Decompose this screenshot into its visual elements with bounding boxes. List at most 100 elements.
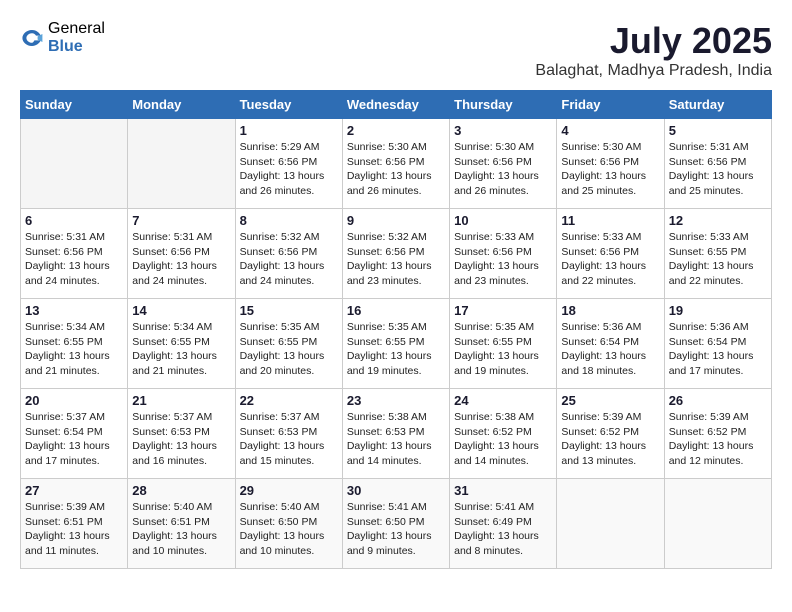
calendar-day-cell: 15 Sunrise: 5:35 AM Sunset: 6:55 PM Dayli…: [235, 299, 342, 389]
title-block: July 2025 Balaghat, Madhya Pradesh, Indi…: [535, 20, 772, 80]
day-info: Sunrise: 5:31 AM Sunset: 6:56 PM Dayligh…: [132, 230, 230, 289]
calendar-day-cell: 2 Sunrise: 5:30 AM Sunset: 6:56 PM Daylig…: [342, 119, 449, 209]
weekday-header: Thursday: [450, 91, 557, 119]
calendar-day-cell: 29Sunrise: 5:40 AM Sunset: 6:50 PM Dayli…: [235, 479, 342, 569]
calendar-day-cell: 12 Sunrise: 5:33 AM Sunset: 6:55 PM Dayli…: [664, 209, 771, 299]
day-number: 16: [347, 303, 445, 318]
day-number: 26: [669, 393, 767, 408]
day-info: Sunrise: 5:40 AM Sunset: 6:50 PM Dayligh…: [240, 500, 338, 559]
day-info: Sunrise: 5:30 AM Sunset: 6:56 PM Dayligh…: [347, 140, 445, 199]
day-number: 13: [25, 303, 123, 318]
day-info: Sunrise: 5:36 AM Sunset: 6:54 PM Dayligh…: [669, 320, 767, 379]
day-number: 7: [132, 213, 230, 228]
calendar-day-cell: 7 Sunrise: 5:31 AM Sunset: 6:56 PM Daylig…: [128, 209, 235, 299]
day-info: Sunrise: 5:32 AM Sunset: 6:56 PM Dayligh…: [347, 230, 445, 289]
month-year: July 2025: [535, 20, 772, 62]
calendar-week-row: 27Sunrise: 5:39 AM Sunset: 6:51 PM Dayli…: [21, 479, 772, 569]
weekday-header: Sunday: [21, 91, 128, 119]
day-number: 6: [25, 213, 123, 228]
day-number: 22: [240, 393, 338, 408]
calendar-day-cell: 21 Sunrise: 5:37 AM Sunset: 6:53 PM Dayli…: [128, 389, 235, 479]
day-info: Sunrise: 5:37 AM Sunset: 6:53 PM Dayligh…: [240, 410, 338, 469]
day-info: Sunrise: 5:31 AM Sunset: 6:56 PM Dayligh…: [669, 140, 767, 199]
calendar-week-row: 13 Sunrise: 5:34 AM Sunset: 6:55 PM Dayli…: [21, 299, 772, 389]
calendar-day-cell: 13 Sunrise: 5:34 AM Sunset: 6:55 PM Dayli…: [21, 299, 128, 389]
day-number: 31: [454, 483, 552, 498]
day-number: 14: [132, 303, 230, 318]
calendar-day-cell: 19 Sunrise: 5:36 AM Sunset: 6:54 PM Dayli…: [664, 299, 771, 389]
calendar-day-cell: [21, 119, 128, 209]
day-info: Sunrise: 5:35 AM Sunset: 6:55 PM Dayligh…: [454, 320, 552, 379]
day-info: Sunrise: 5:39 AM Sunset: 6:52 PM Dayligh…: [669, 410, 767, 469]
day-number: 12: [669, 213, 767, 228]
day-info: Sunrise: 5:34 AM Sunset: 6:55 PM Dayligh…: [25, 320, 123, 379]
day-number: 30: [347, 483, 445, 498]
day-info: Sunrise: 5:37 AM Sunset: 6:53 PM Dayligh…: [132, 410, 230, 469]
day-number: 20: [25, 393, 123, 408]
calendar-week-row: 1 Sunrise: 5:29 AM Sunset: 6:56 PM Daylig…: [21, 119, 772, 209]
weekday-header: Tuesday: [235, 91, 342, 119]
day-number: 23: [347, 393, 445, 408]
day-number: 21: [132, 393, 230, 408]
calendar-week-row: 20Sunrise: 5:37 AM Sunset: 6:54 PM Dayli…: [21, 389, 772, 479]
day-number: 10: [454, 213, 552, 228]
calendar-day-cell: 27Sunrise: 5:39 AM Sunset: 6:51 PM Dayli…: [21, 479, 128, 569]
calendar-day-cell: 22 Sunrise: 5:37 AM Sunset: 6:53 PM Dayli…: [235, 389, 342, 479]
day-number: 18: [561, 303, 659, 318]
day-info: Sunrise: 5:31 AM Sunset: 6:56 PM Dayligh…: [25, 230, 123, 289]
calendar-day-cell: 17 Sunrise: 5:35 AM Sunset: 6:55 PM Dayli…: [450, 299, 557, 389]
day-number: 25: [561, 393, 659, 408]
calendar-day-cell: 20Sunrise: 5:37 AM Sunset: 6:54 PM Dayli…: [21, 389, 128, 479]
calendar-day-cell: 8 Sunrise: 5:32 AM Sunset: 6:56 PM Daylig…: [235, 209, 342, 299]
day-info: Sunrise: 5:41 AM Sunset: 6:49 PM Dayligh…: [454, 500, 552, 559]
day-info: Sunrise: 5:33 AM Sunset: 6:56 PM Dayligh…: [561, 230, 659, 289]
calendar-day-cell: 1 Sunrise: 5:29 AM Sunset: 6:56 PM Daylig…: [235, 119, 342, 209]
calendar-table: SundayMondayTuesdayWednesdayThursdayFrid…: [20, 90, 772, 569]
day-number: 28: [132, 483, 230, 498]
calendar-day-cell: 9 Sunrise: 5:32 AM Sunset: 6:56 PM Daylig…: [342, 209, 449, 299]
weekday-header: Saturday: [664, 91, 771, 119]
calendar-day-cell: 23 Sunrise: 5:38 AM Sunset: 6:53 PM Dayli…: [342, 389, 449, 479]
calendar-day-cell: [557, 479, 664, 569]
day-number: 5: [669, 123, 767, 138]
day-info: Sunrise: 5:41 AM Sunset: 6:50 PM Dayligh…: [347, 500, 445, 559]
calendar-week-row: 6 Sunrise: 5:31 AM Sunset: 6:56 PM Daylig…: [21, 209, 772, 299]
calendar-day-cell: 31 Sunrise: 5:41 AM Sunset: 6:49 PM Dayli…: [450, 479, 557, 569]
day-info: Sunrise: 5:33 AM Sunset: 6:55 PM Dayligh…: [669, 230, 767, 289]
calendar-day-cell: 28Sunrise: 5:40 AM Sunset: 6:51 PM Dayli…: [128, 479, 235, 569]
day-info: Sunrise: 5:36 AM Sunset: 6:54 PM Dayligh…: [561, 320, 659, 379]
day-info: Sunrise: 5:38 AM Sunset: 6:53 PM Dayligh…: [347, 410, 445, 469]
calendar-day-cell: 14 Sunrise: 5:34 AM Sunset: 6:55 PM Dayli…: [128, 299, 235, 389]
day-number: 2: [347, 123, 445, 138]
calendar-day-cell: 18 Sunrise: 5:36 AM Sunset: 6:54 PM Dayli…: [557, 299, 664, 389]
day-number: 11: [561, 213, 659, 228]
day-number: 19: [669, 303, 767, 318]
day-number: 17: [454, 303, 552, 318]
day-number: 1: [240, 123, 338, 138]
day-info: Sunrise: 5:34 AM Sunset: 6:55 PM Dayligh…: [132, 320, 230, 379]
day-number: 15: [240, 303, 338, 318]
logo-blue: Blue: [48, 38, 105, 56]
calendar-day-cell: 24Sunrise: 5:38 AM Sunset: 6:52 PM Dayli…: [450, 389, 557, 479]
calendar-day-cell: 4Sunrise: 5:30 AM Sunset: 6:56 PM Daylig…: [557, 119, 664, 209]
calendar-day-cell: [128, 119, 235, 209]
day-info: Sunrise: 5:39 AM Sunset: 6:52 PM Dayligh…: [561, 410, 659, 469]
calendar-day-cell: 3Sunrise: 5:30 AM Sunset: 6:56 PM Daylig…: [450, 119, 557, 209]
day-info: Sunrise: 5:32 AM Sunset: 6:56 PM Dayligh…: [240, 230, 338, 289]
page-header: General Blue July 2025 Balaghat, Madhya …: [20, 20, 772, 80]
day-number: 27: [25, 483, 123, 498]
calendar-day-cell: 11 Sunrise: 5:33 AM Sunset: 6:56 PM Dayli…: [557, 209, 664, 299]
logo-icon: [20, 26, 44, 50]
day-number: 8: [240, 213, 338, 228]
day-info: Sunrise: 5:30 AM Sunset: 6:56 PM Dayligh…: [454, 140, 552, 199]
day-info: Sunrise: 5:35 AM Sunset: 6:55 PM Dayligh…: [240, 320, 338, 379]
calendar-day-cell: 26 Sunrise: 5:39 AM Sunset: 6:52 PM Dayli…: [664, 389, 771, 479]
day-number: 9: [347, 213, 445, 228]
weekday-header: Wednesday: [342, 91, 449, 119]
calendar-day-cell: 10Sunrise: 5:33 AM Sunset: 6:56 PM Dayli…: [450, 209, 557, 299]
day-number: 4: [561, 123, 659, 138]
calendar-day-cell: 25 Sunrise: 5:39 AM Sunset: 6:52 PM Dayli…: [557, 389, 664, 479]
calendar-day-cell: 5 Sunrise: 5:31 AM Sunset: 6:56 PM Daylig…: [664, 119, 771, 209]
day-info: Sunrise: 5:29 AM Sunset: 6:56 PM Dayligh…: [240, 140, 338, 199]
day-info: Sunrise: 5:35 AM Sunset: 6:55 PM Dayligh…: [347, 320, 445, 379]
